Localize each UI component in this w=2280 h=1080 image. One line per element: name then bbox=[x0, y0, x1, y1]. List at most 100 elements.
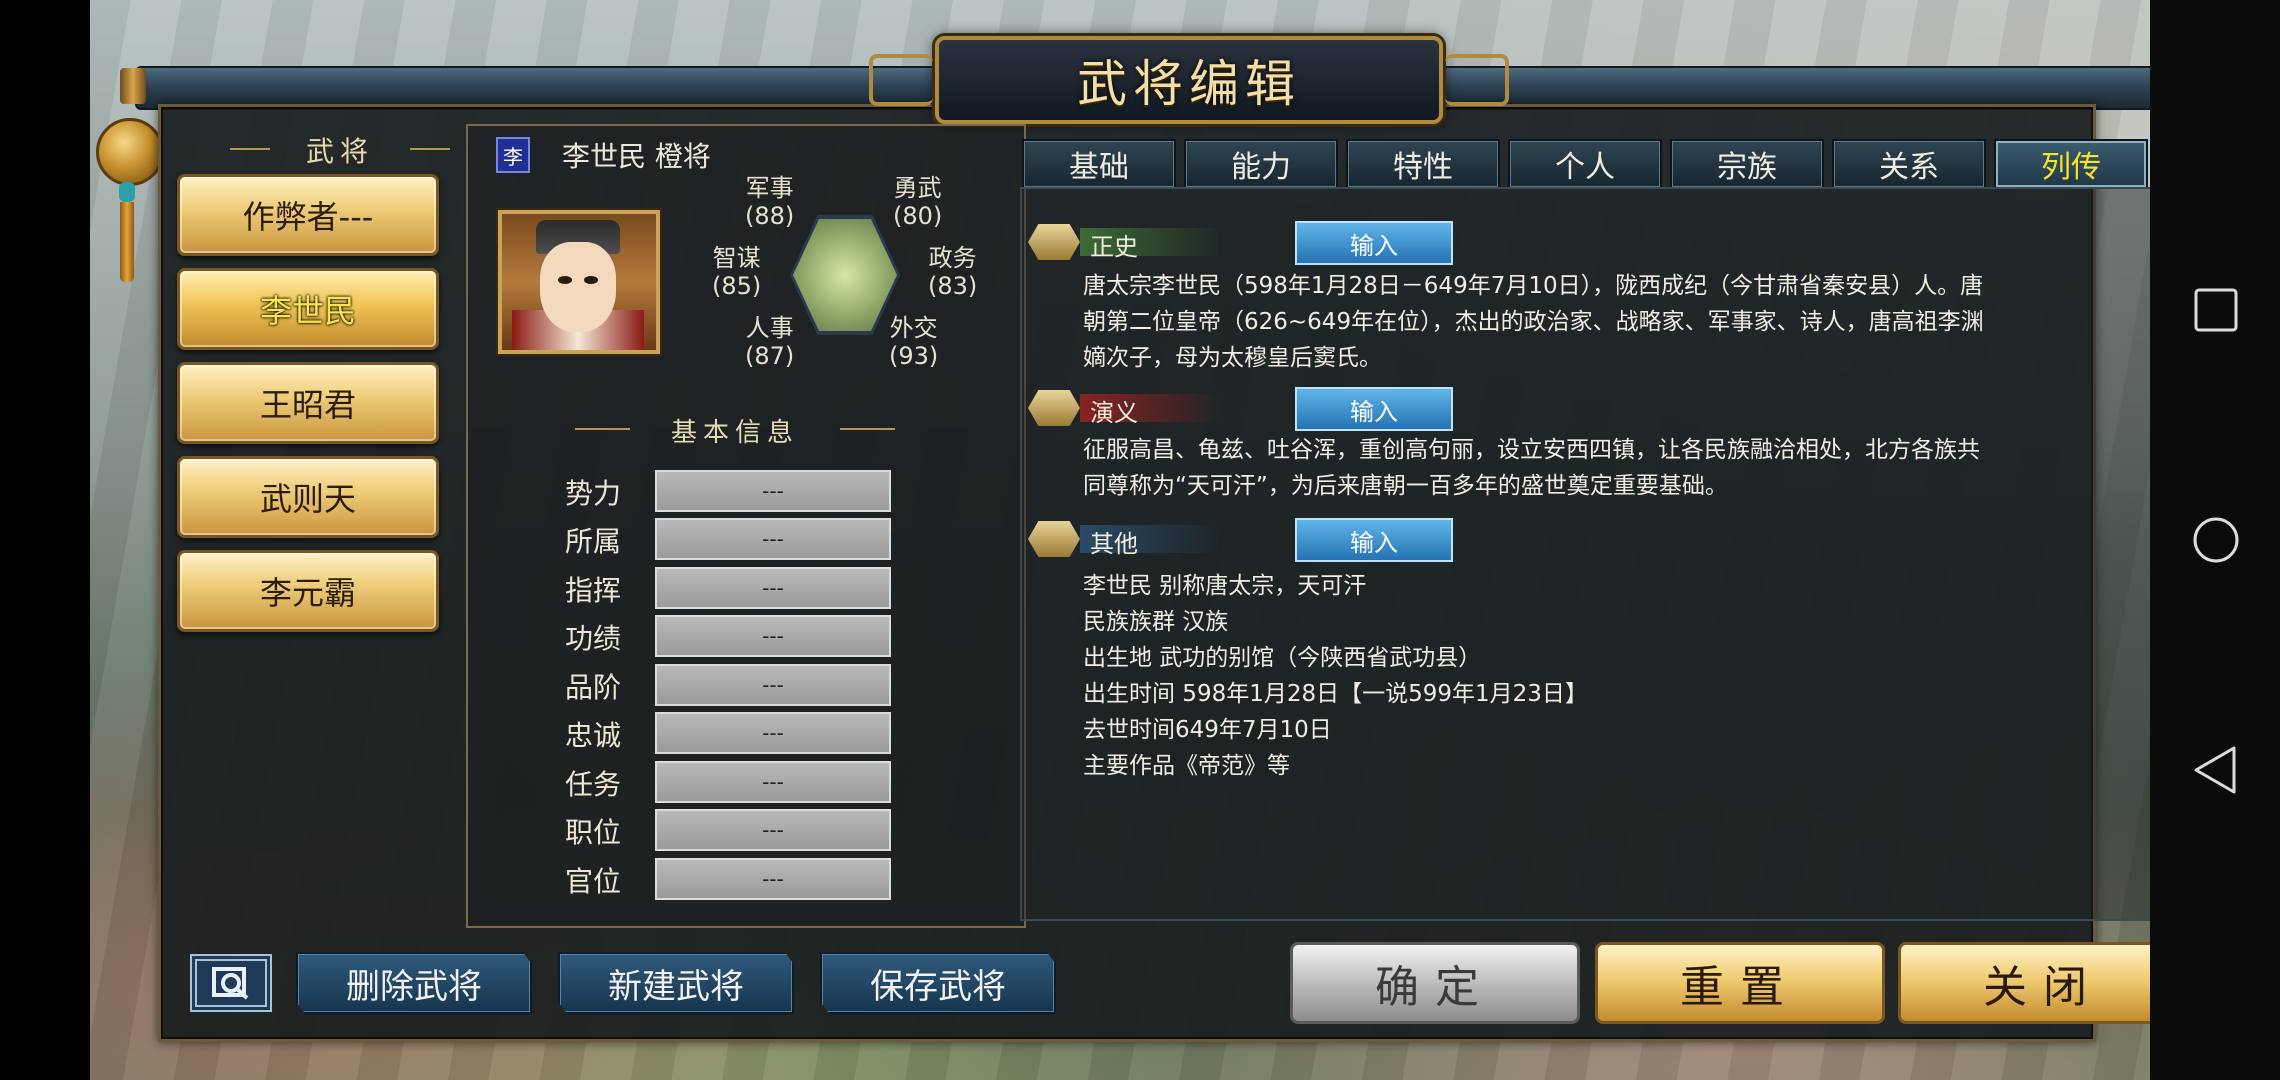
face-icon bbox=[540, 242, 616, 332]
tab-traits[interactable]: 特性 bbox=[1346, 139, 1500, 189]
general-name-rank: 李世民 橙将 bbox=[562, 140, 711, 173]
other-line: 出生时间 598年1月28日【一说599年1月23日】 bbox=[1083, 681, 1588, 707]
field-affiliation[interactable]: --- bbox=[655, 518, 891, 560]
romance-text: 征服高昌、龟兹、吐谷浑，重创高句丽，设立安西四镇，让各民族融洽相处，北方各族共 … bbox=[1083, 432, 2153, 504]
stat-diplomacy-label: 外交 bbox=[889, 314, 938, 342]
save-general-button[interactable]: 保存武将 bbox=[820, 952, 1056, 1014]
romance-line: 征服高昌、龟兹、吐谷浑，重创高句丽，设立安西四镇，让各民族融洽相处，北方各族共 bbox=[1083, 437, 1980, 463]
stat-personnel: 人事 (87) bbox=[745, 314, 794, 370]
input-button-other[interactable]: 输入 bbox=[1295, 518, 1453, 562]
stat-diplomacy-value: (93) bbox=[889, 342, 939, 370]
delete-general-button[interactable]: 删除武将 bbox=[296, 952, 532, 1014]
history-line: 嫡次子，母为太穆皇后窦氏。 bbox=[1083, 345, 1382, 371]
field-task[interactable]: --- bbox=[655, 761, 891, 803]
tab-clan[interactable]: 宗族 bbox=[1670, 139, 1824, 189]
page-title: 武将编辑 bbox=[1077, 55, 1301, 113]
stat-bravery: 勇武 (80) bbox=[893, 174, 942, 230]
general-portrait[interactable] bbox=[498, 210, 660, 354]
section-other-header: 其他 bbox=[1028, 519, 1220, 559]
general-item-li-shimin[interactable]: 李世民 bbox=[177, 268, 439, 350]
confirm-button[interactable]: 确定 bbox=[1290, 942, 1580, 1024]
history-line: 唐太宗李世民（598年1月28日－649年7月10日），陇西成纪（今甘肃省秦安县… bbox=[1083, 273, 1984, 299]
input-button-romance[interactable]: 输入 bbox=[1295, 387, 1453, 431]
section-history-header: 正史 bbox=[1028, 222, 1220, 262]
recent-apps-button[interactable] bbox=[2190, 284, 2242, 336]
field-label-affiliation: 所属 bbox=[565, 525, 622, 558]
romance-line: 同尊称为“天可汗”，为后来唐朝一百多年的盛世奠定重要基础。 bbox=[1083, 473, 1728, 499]
section-history-label: 正史 bbox=[1090, 233, 1138, 261]
section-other-label: 其他 bbox=[1090, 530, 1138, 558]
scroll-badge-icon bbox=[1028, 521, 1080, 557]
tassel-knot-left bbox=[119, 182, 135, 202]
basic-info-heading: 基本信息 bbox=[575, 412, 895, 449]
stat-strategy-value: (85) bbox=[712, 272, 762, 300]
field-rank[interactable]: --- bbox=[655, 664, 891, 706]
field-command[interactable]: --- bbox=[655, 567, 891, 609]
home-button[interactable] bbox=[2190, 514, 2242, 566]
medallion-left-icon bbox=[96, 118, 164, 186]
stat-personnel-label: 人事 bbox=[745, 314, 794, 342]
other-line: 李世民 别称唐太宗，天可汗 bbox=[1083, 573, 1367, 599]
field-post[interactable]: --- bbox=[655, 809, 891, 851]
tab-basic[interactable]: 基础 bbox=[1022, 139, 1176, 189]
tab-personal[interactable]: 个人 bbox=[1508, 139, 1662, 189]
stat-strategy-label: 智谋 bbox=[712, 244, 761, 272]
other-line: 民族族群 汉族 bbox=[1083, 609, 1229, 635]
field-merit[interactable]: --- bbox=[655, 615, 891, 657]
general-item-li-yuanba[interactable]: 李元霸 bbox=[177, 550, 439, 632]
stat-military-value: (88) bbox=[745, 202, 795, 230]
eye-icon bbox=[558, 276, 572, 284]
field-label-merit: 功绩 bbox=[565, 622, 622, 655]
tab-relations[interactable]: 关系 bbox=[1832, 139, 1986, 189]
field-loyalty[interactable]: --- bbox=[655, 712, 891, 754]
stat-bravery-value: (80) bbox=[893, 202, 943, 230]
family-seal-badge: 李 bbox=[496, 137, 530, 173]
stat-politics: 政务 (83) bbox=[928, 244, 977, 300]
sidebar-heading: 武将 bbox=[230, 130, 450, 168]
tab-biography[interactable]: 列传 bbox=[1994, 139, 2148, 189]
section-romance-label: 演义 bbox=[1090, 399, 1138, 427]
stat-strategy: 智谋 (85) bbox=[712, 244, 761, 300]
square-icon bbox=[2194, 288, 2238, 332]
eye-icon bbox=[584, 276, 598, 284]
other-line: 出生地 武功的别馆（今陕西省武功县） bbox=[1083, 645, 1482, 671]
general-item-cheater[interactable]: 作弊者--- bbox=[177, 174, 439, 256]
tassel-left-icon bbox=[120, 202, 134, 282]
field-label-command: 指挥 bbox=[565, 574, 622, 607]
close-button[interactable]: 关闭 bbox=[1898, 942, 2188, 1024]
tab-ability[interactable]: 能力 bbox=[1184, 139, 1338, 189]
field-label-rank: 品阶 bbox=[565, 671, 622, 704]
field-official-title[interactable]: --- bbox=[655, 858, 891, 900]
stat-personnel-value: (87) bbox=[745, 342, 795, 370]
history-text: 唐太宗李世民（598年1月28日－649年7月10日），陇西成纪（今甘肃省秦安县… bbox=[1083, 268, 2153, 376]
new-general-button[interactable]: 新建武将 bbox=[558, 952, 794, 1014]
back-button[interactable] bbox=[2190, 744, 2242, 796]
back-triangle-icon bbox=[2194, 746, 2236, 794]
field-label-loyalty: 忠诚 bbox=[565, 719, 622, 752]
input-button-history[interactable]: 输入 bbox=[1295, 221, 1453, 265]
history-line: 朝第二位皇帝（626~649年在位），杰出的政治家、战略家、军事家、诗人，唐高祖… bbox=[1083, 309, 1984, 335]
scroll-badge-icon bbox=[1028, 390, 1080, 426]
other-line: 主要作品《帝范》等 bbox=[1083, 753, 1290, 779]
field-label-post: 职位 bbox=[565, 816, 622, 849]
field-label-title: 官位 bbox=[565, 865, 622, 898]
field-label-faction: 势力 bbox=[565, 477, 622, 510]
scroll-badge-icon bbox=[1028, 224, 1080, 260]
search-button[interactable] bbox=[190, 954, 272, 1012]
field-faction[interactable]: --- bbox=[655, 470, 891, 512]
stat-diplomacy: 外交 (93) bbox=[889, 314, 938, 370]
reset-button[interactable]: 重置 bbox=[1595, 942, 1885, 1024]
stat-politics-label: 政务 bbox=[928, 244, 977, 272]
system-navigation-bar bbox=[2150, 0, 2280, 1080]
field-label-task: 任务 bbox=[565, 768, 622, 801]
section-romance-header: 演义 bbox=[1028, 388, 1220, 428]
search-icon bbox=[212, 967, 249, 1000]
other-line: 去世时间649年7月10日 bbox=[1083, 717, 1332, 743]
circle-icon bbox=[2193, 517, 2239, 563]
title-plate: 武将编辑 bbox=[869, 36, 1509, 124]
general-item-wu-zetian[interactable]: 武则天 bbox=[177, 456, 439, 538]
stat-military: 军事 (88) bbox=[745, 174, 794, 230]
stat-politics-value: (83) bbox=[928, 272, 978, 300]
general-item-wang-zhaojun[interactable]: 王昭君 bbox=[177, 362, 439, 444]
rod-end-left bbox=[120, 68, 146, 104]
